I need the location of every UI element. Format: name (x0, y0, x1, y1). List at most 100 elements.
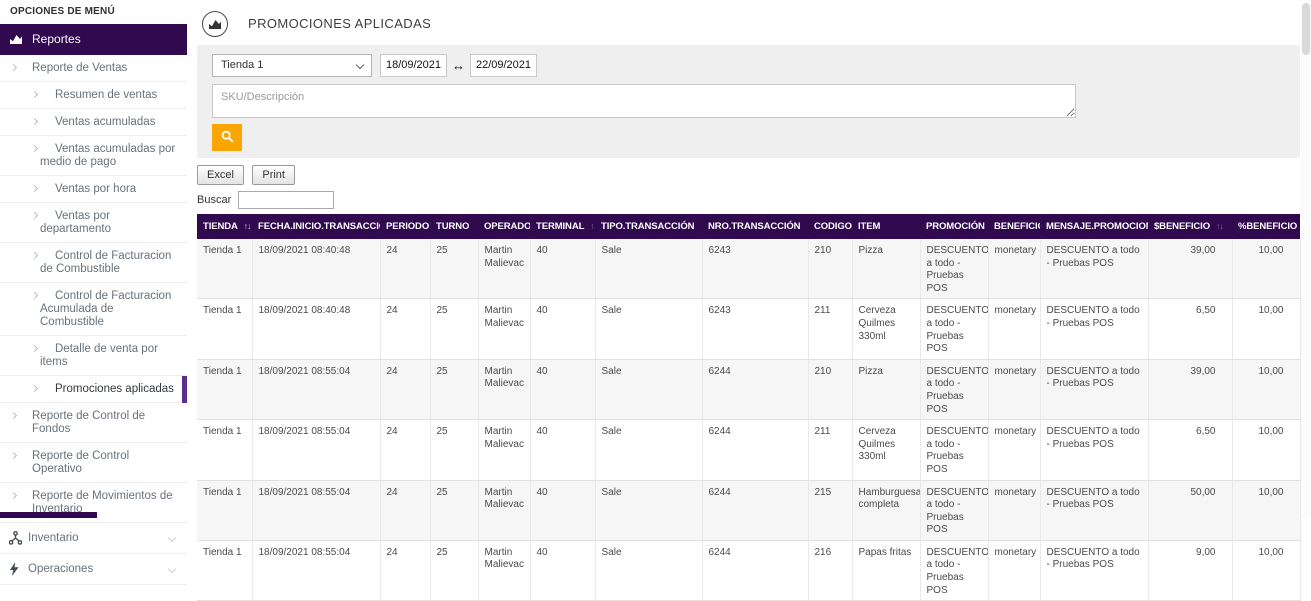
cell-beneficio: 10,00 (1232, 239, 1301, 300)
cell-mensaje-promocion: DESCUENTO a todo - Pruebas POS (1040, 540, 1149, 601)
cell-item: Pizza (852, 359, 921, 421)
column-header-tipo-transaccion[interactable]: TIPO.TRANSACCIÓN ↑↓ (595, 214, 702, 239)
table-row: Tienda 1 18/09/2021 08:55:04 24 25 Martin Ma… (197, 359, 1301, 421)
column-header-label: TIPO.TRANSACCIÓN (601, 221, 695, 232)
sidebar-item-reporte-de-control-de-fondos[interactable]: Reporte de Control de Fondos (0, 403, 187, 443)
cell-beneficio: 50,00 (1148, 480, 1233, 541)
column-header-label: TERMINAL (536, 221, 585, 232)
cell-beneficio: 10,00 (1232, 359, 1301, 421)
sidebar-item-label: Reporte de Control de Fondos (32, 410, 146, 435)
chevron-right-icon (9, 451, 18, 460)
cell-tipo-transaccion: Sale (595, 540, 703, 601)
chevron-right-icon (30, 144, 39, 153)
column-header-nro-transaccion[interactable]: NRO.TRANSACCIÓN ↑↓ (702, 214, 808, 239)
area-chart-icon (202, 10, 228, 37)
cell-operador: Martin Malievac (478, 239, 531, 300)
cell-fecha-inicio-transaccion: 18/09/2021 08:40:48 (252, 298, 381, 360)
table-row: Tienda 1 18/09/2021 08:40:48 24 25 Martin Ma… (197, 239, 1301, 300)
cell-beneficio: 6,50 (1148, 419, 1233, 481)
cell-turno: 25 (430, 239, 479, 300)
sidebar-item-control-de-facturacion-de-combustible[interactable]: Control de Facturacion de Combustible (0, 243, 187, 283)
scrollbar-thumb[interactable] (1302, 3, 1310, 55)
cell-mensaje-promocion: DESCUENTO a todo - Pruebas POS (1040, 239, 1149, 300)
sidebar-item-detalle-de-venta-por-items[interactable]: Detalle de venta por items (0, 336, 187, 376)
cell-turno: 25 (430, 480, 479, 541)
sidebar-item-inventario[interactable]: Inventario (0, 523, 187, 554)
sidebar-item-label: Inventario (28, 532, 79, 544)
cell-item: Papas fritas (852, 540, 921, 601)
bolt-icon (9, 562, 19, 580)
sidebar-item-ventas-por-hora[interactable]: Ventas por hora (0, 176, 187, 203)
cell-terminal: 40 (530, 480, 596, 541)
sort-arrows-icon: ↑↓ (590, 221, 595, 231)
column-header-tienda[interactable]: TIENDA ↑↓ (197, 214, 252, 239)
chevron-right-icon (30, 291, 39, 300)
chevron-right-icon (9, 63, 18, 72)
column-header-mensaje-promocion: MENSAJE.PROMOCION (1040, 214, 1148, 239)
sidebar-item-promociones-aplicadas[interactable]: Promociones aplicadas (0, 376, 187, 403)
cell-codigo: 211 (808, 298, 853, 360)
sidebar-item-operaciones[interactable]: Operaciones (0, 554, 187, 585)
sidebar-item-control-de-facturacion-acumulada-de-combustible[interactable]: Control de Facturacion Acumulada de Comb… (0, 283, 187, 336)
main-content: PROMOCIONES APLICADAS Tienda 1 ↔ Excel (197, 0, 1301, 601)
left-right-arrow-icon: ↔ (452, 57, 465, 73)
sidebar-item-partial[interactable] (0, 512, 97, 518)
excel-button[interactable]: Excel (197, 165, 244, 185)
search-button[interactable] (212, 124, 242, 151)
sidebar-item-ventas-acumuladas-por-medio-de-pago[interactable]: Ventas acumuladas por medio de pago (0, 136, 187, 176)
table-row: Tienda 1 18/09/2021 08:55:04 24 25 Martin Ma… (197, 419, 1301, 481)
cell-tienda: Tienda 1 (197, 540, 253, 601)
column-header-beneficio[interactable]: $BENEFICIO ↑↓ (1148, 214, 1232, 239)
cell-terminal: 40 (530, 540, 596, 601)
sidebar-item-ventas-acumuladas[interactable]: Ventas acumuladas (0, 109, 187, 136)
column-header-label: NRO.TRANSACCIÓN (708, 221, 801, 232)
table-search-label: Buscar (197, 194, 232, 206)
sidebar-item-label: Reporte de Ventas (32, 62, 128, 74)
sidebar-item-ventas-por-departamento[interactable]: Ventas por departamento (0, 203, 187, 243)
column-header-label: ITEM (858, 221, 881, 232)
cell-tienda: Tienda 1 (197, 480, 253, 541)
column-header-codigo: CODIGO (808, 214, 852, 239)
column-header-terminal[interactable]: TERMINAL ↑↓ (530, 214, 595, 239)
table-search-input[interactable] (238, 191, 335, 209)
date-to-input[interactable] (470, 53, 537, 77)
print-button[interactable]: Print (252, 165, 295, 185)
cell-nro-transaccion: 6244 (702, 540, 809, 601)
sitemap-icon (8, 531, 23, 549)
sidebar-item-reporte-de-ventas[interactable]: Reporte de Ventas (0, 55, 187, 82)
cell-codigo: 211 (808, 419, 853, 481)
column-header-label: $BENEFICIO (1154, 221, 1211, 232)
column-header-fecha-inicio-transaccion: FECHA.INICIO.TRANSACCIÓN (252, 214, 380, 239)
chevron-right-icon (30, 117, 39, 126)
promotions-table: TIENDA ↑↓ FECHA.INICIO.TRANSACCIÓN PERIODO T… (197, 214, 1301, 601)
sort-arrows-icon: ↑↓ (1216, 221, 1223, 231)
cell-periodo: 24 (380, 419, 431, 481)
cell-terminal: 40 (530, 419, 596, 481)
cell-tienda: Tienda 1 (197, 298, 253, 360)
chevron-right-icon (30, 184, 39, 193)
column-header-beneficio[interactable]: %BENEFICIO↑↓ (1232, 214, 1300, 239)
cell-tipo-transaccion: Sale (595, 419, 703, 481)
store-select[interactable]: Tienda 1 (212, 53, 372, 77)
sku-description-input[interactable] (212, 84, 1076, 118)
cell-beneficio: 10,00 (1232, 480, 1301, 541)
sidebar-item-reportes[interactable]: Reportes (0, 24, 187, 55)
column-header-promocion: PROMOCIÓN (920, 214, 988, 239)
column-header-label: PERIODO (386, 221, 430, 232)
date-from-input[interactable] (380, 53, 447, 77)
sidebar-item-reporte-de-control-operativo[interactable]: Reporte de Control Operativo (0, 443, 187, 483)
cell-beneficio: 10,00 (1232, 298, 1301, 360)
column-header-label: %BENEFICIO (1238, 221, 1298, 232)
vertical-scrollbar (1301, 0, 1311, 518)
cell-terminal: 40 (530, 298, 596, 360)
column-header-label: FECHA.INICIO.TRANSACCIÓN (258, 221, 380, 232)
cell-beneficio: 10,00 (1232, 540, 1301, 601)
cell-turno: 25 (430, 419, 479, 481)
cell-tienda: Tienda 1 (197, 359, 253, 421)
sort-arrows-icon: ↑↓ (700, 221, 702, 231)
cell-nro-transaccion: 6243 (702, 239, 809, 300)
cell-terminal: 40 (530, 239, 596, 300)
column-header-item: ITEM (852, 214, 920, 239)
cell-item: Pizza (852, 239, 921, 300)
sidebar-item-resumen-de-ventas[interactable]: Resumen de ventas (0, 82, 187, 109)
